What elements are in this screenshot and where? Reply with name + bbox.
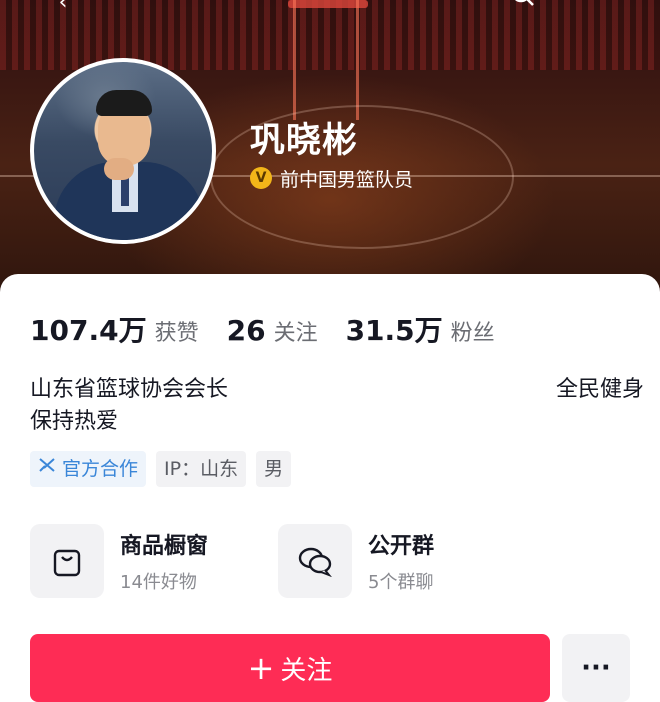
plus-icon: + bbox=[247, 649, 275, 687]
stat-value: 107.4万 bbox=[30, 314, 147, 347]
stat-value: 26 bbox=[226, 314, 266, 347]
hoop-decoration bbox=[293, 0, 359, 120]
tag-gender: 男 bbox=[256, 451, 292, 487]
tag-label: 男 bbox=[264, 458, 284, 480]
stat-likes[interactable]: 107.4万 获赞 bbox=[30, 309, 199, 349]
more-dots-icon: ··· bbox=[581, 653, 611, 683]
avatar[interactable] bbox=[30, 58, 216, 244]
bio-text: 山东省篮球协会会长 保持热爱 bbox=[30, 374, 630, 438]
verification-label: 前中国男篮队员 bbox=[280, 168, 414, 191]
shopping-bag-icon bbox=[30, 524, 104, 598]
stats-row: 107.4万 获赞 26 关注 31.5万 粉丝 bbox=[30, 309, 523, 349]
follow-button[interactable]: + 关注 bbox=[30, 634, 550, 702]
back-icon[interactable]: ‹ bbox=[50, 0, 76, 16]
tag-label: 官方合作 bbox=[62, 458, 139, 480]
tag-label: IP：山东 bbox=[164, 458, 239, 480]
shortcut-subtitle: 14件好物 bbox=[120, 572, 197, 593]
avatar-hair bbox=[96, 90, 152, 116]
shortcut-subtitle: 5个群聊 bbox=[368, 572, 434, 593]
v-badge-icon: V bbox=[250, 167, 272, 189]
public-group-entry[interactable]: 公开群 5个群聊 bbox=[278, 524, 434, 598]
more-options-button[interactable]: ··· bbox=[562, 634, 630, 702]
avatar-hand bbox=[104, 158, 134, 180]
stat-value: 31.5万 bbox=[345, 314, 443, 347]
profile-banner: ‹ 巩晓彬 V 前中国男篮队员 bbox=[0, 0, 660, 300]
profile-name: 巩晓彬 bbox=[250, 121, 359, 161]
shortcut-title: 公开群 bbox=[368, 534, 435, 559]
bio-extra: 全民健身 bbox=[555, 377, 644, 402]
tag-row: 官方合作 IP：山东 男 bbox=[30, 451, 301, 487]
tag-ip: IP：山东 bbox=[156, 451, 247, 487]
profile-card: 107.4万 获赞 26 关注 31.5万 粉丝 山东省篮球协会会长 保持热爱 … bbox=[0, 274, 660, 702]
shop-window-entry[interactable]: 商品橱窗 14件好物 bbox=[30, 524, 208, 598]
tag-official[interactable]: 官方合作 bbox=[30, 451, 147, 487]
chat-bubbles-icon bbox=[278, 524, 352, 598]
search-icon[interactable] bbox=[510, 0, 536, 16]
shortcut-title: 商品橱窗 bbox=[120, 534, 209, 559]
stat-following[interactable]: 26 关注 bbox=[227, 314, 318, 347]
bio-line: 保持热爱 bbox=[30, 409, 119, 434]
stat-label: 获赞 bbox=[154, 321, 199, 346]
bio-line: 山东省篮球协会会长 bbox=[30, 377, 229, 402]
stat-label: 粉丝 bbox=[450, 321, 495, 346]
official-icon bbox=[38, 451, 56, 487]
stat-label: 关注 bbox=[273, 321, 318, 346]
stat-followers[interactable]: 31.5万 粉丝 bbox=[346, 309, 495, 349]
follow-label: 关注 bbox=[280, 655, 333, 686]
verification-badge[interactable]: V 前中国男篮队员 bbox=[250, 164, 413, 192]
